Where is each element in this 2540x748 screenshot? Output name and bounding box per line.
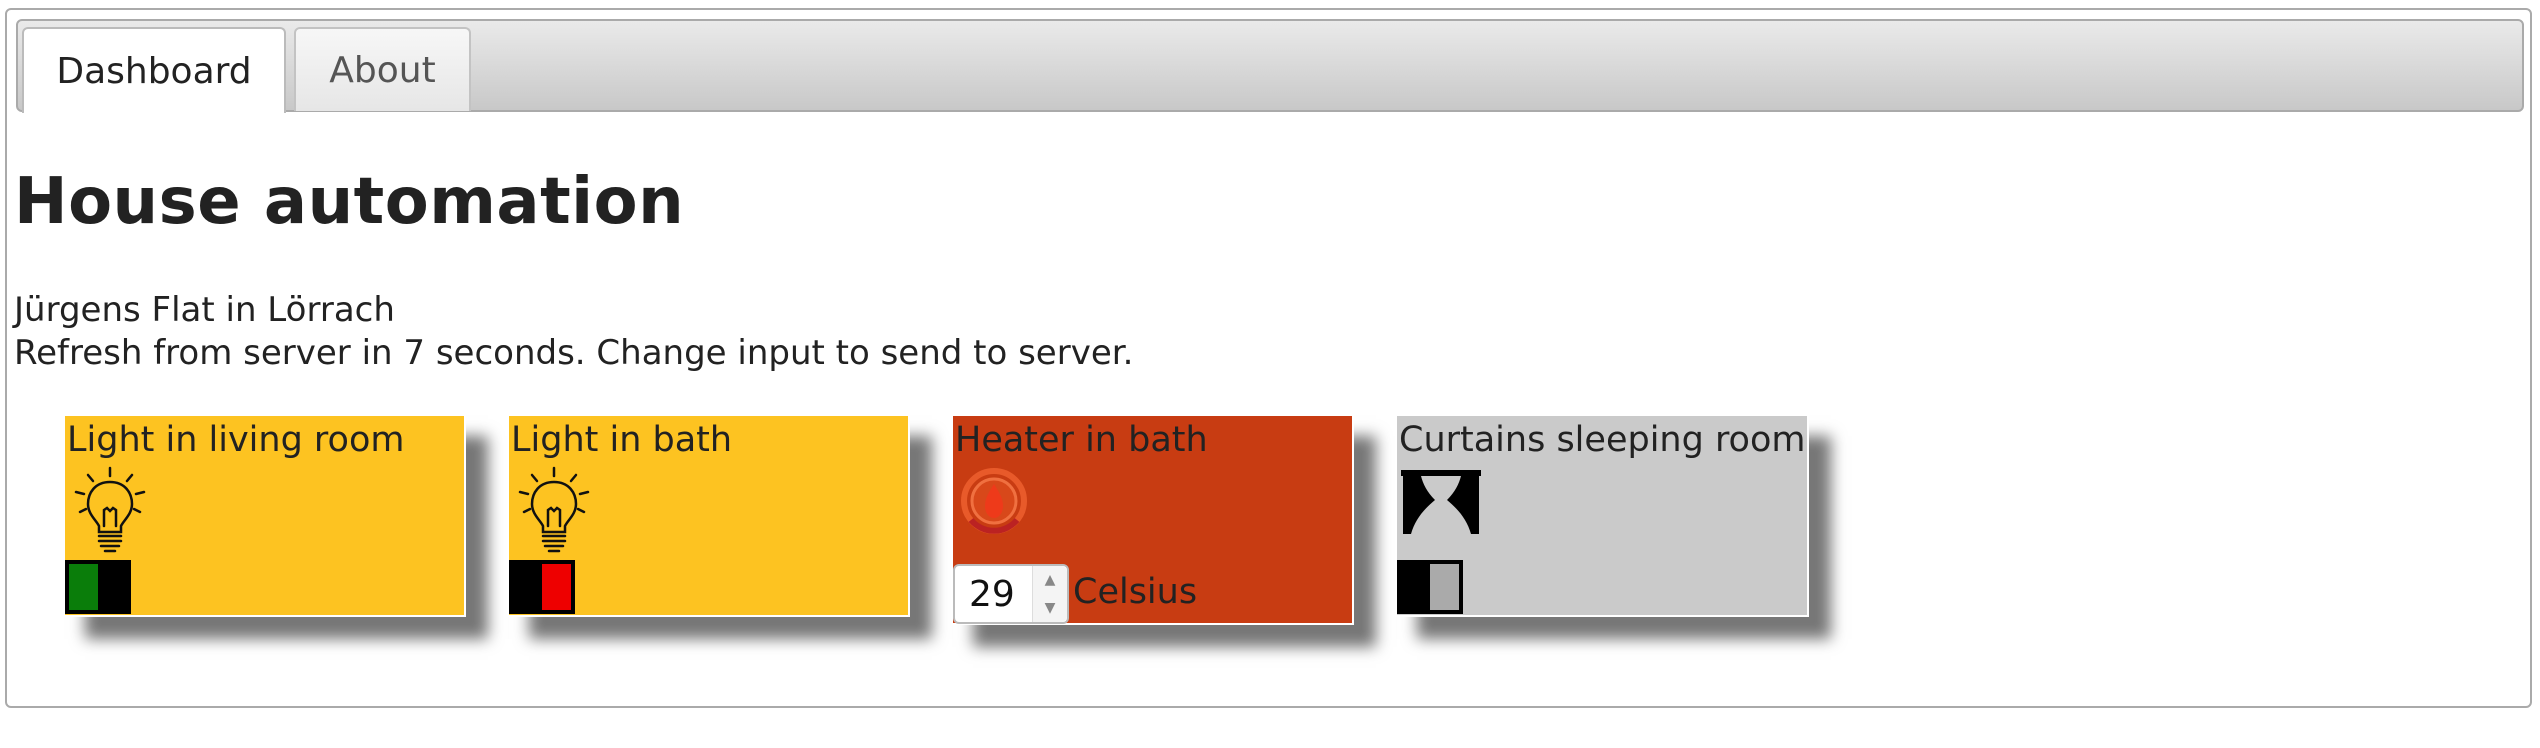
refresh-status-text: Refresh from server in 7 seconds. Change… [14, 333, 1134, 373]
switch-left-segment [69, 564, 98, 610]
tab-about[interactable]: About [294, 27, 471, 111]
device-card-curtains: Curtains sleeping room [1395, 414, 1809, 617]
toggle-switch[interactable] [65, 560, 131, 614]
device-title: Heater in bath [955, 420, 1208, 460]
lightbulb-icon [518, 466, 590, 553]
toggle-switch[interactable] [1397, 560, 1463, 614]
switch-right-segment [1430, 564, 1459, 610]
curtain-icon [1401, 470, 1481, 534]
toggle-switch[interactable] [509, 560, 575, 614]
switch-left-segment [1401, 564, 1430, 610]
temperature-value: 29 [969, 574, 1015, 615]
device-title: Curtains sleeping room [1399, 420, 1806, 460]
device-title: Light in living room [67, 420, 405, 460]
device-card-bath-heater: Heater in bath 29 ▲ ▼ Celsius [951, 414, 1354, 625]
heater-flame-icon [961, 468, 1027, 534]
switch-right-segment [542, 564, 571, 610]
device-title: Light in bath [511, 420, 733, 460]
device-card-living-room-light: Light in living room [63, 414, 466, 617]
stepper-down-arrow-icon[interactable]: ▼ [1033, 594, 1067, 622]
page-title: House automation [14, 165, 685, 239]
location-subtitle: Jürgens Flat in Lörrach [14, 290, 395, 330]
switch-left-segment [513, 564, 542, 610]
stepper-up-arrow-icon[interactable]: ▲ [1033, 566, 1067, 594]
tab-dashboard[interactable]: Dashboard [22, 27, 286, 113]
device-card-bath-light: Light in bath [507, 414, 910, 617]
stepper-arrows: ▲ ▼ [1032, 566, 1067, 622]
lightbulb-icon [74, 466, 146, 553]
switch-right-segment [98, 564, 127, 610]
temperature-unit: Celsius [1073, 572, 1198, 612]
temperature-stepper[interactable]: 29 ▲ ▼ [953, 564, 1069, 624]
